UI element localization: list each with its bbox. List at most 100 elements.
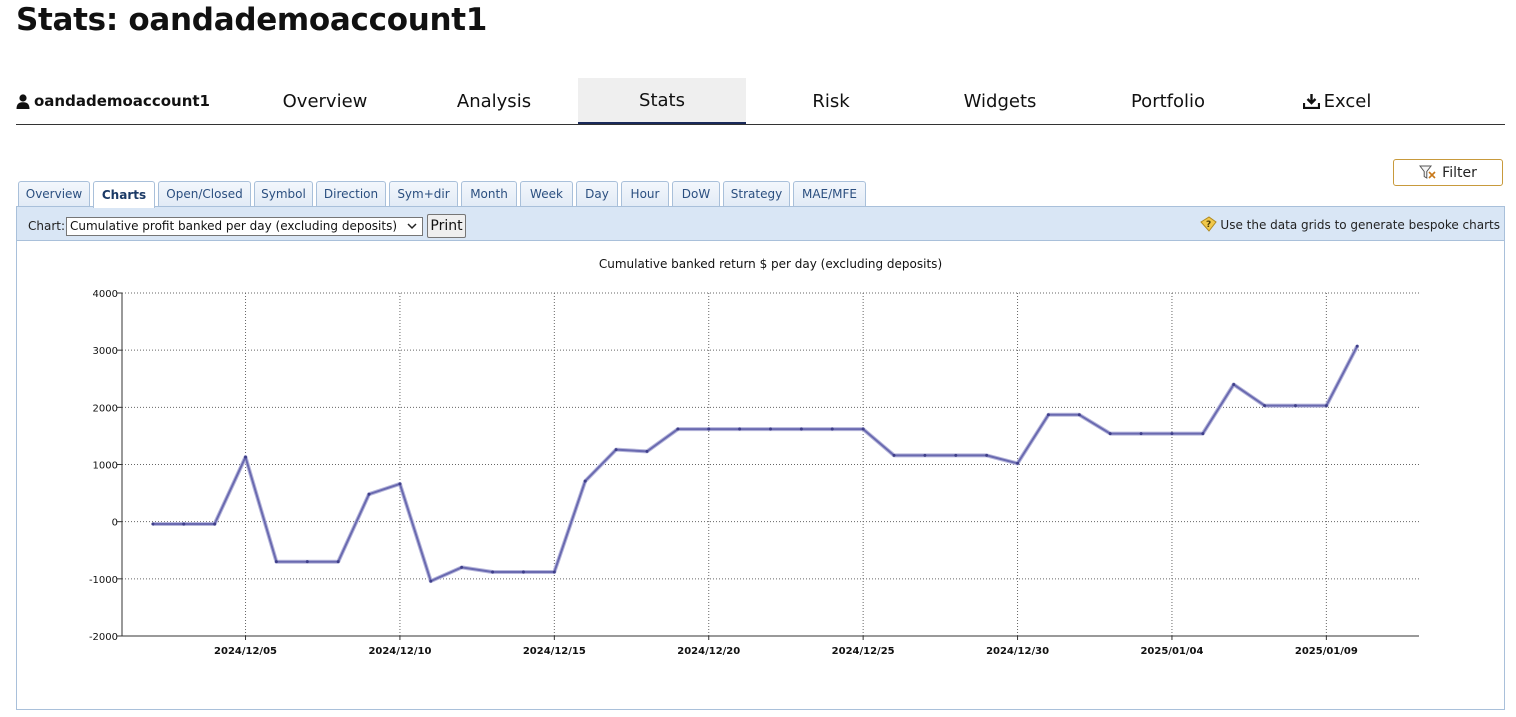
data-point: [244, 455, 248, 459]
data-point: [1108, 432, 1112, 436]
nav-tab-portfolio[interactable]: Portfolio: [1084, 78, 1252, 124]
main-nav: oandademoaccount1 Overview Analysis Stat…: [16, 78, 1505, 125]
hint-text: Use the data grids to generate bespoke c…: [1220, 217, 1500, 232]
data-point: [799, 427, 803, 431]
bespoke-charts-hint: ? Use the data grids to generate bespoke…: [1199, 216, 1500, 233]
x-tick-label: 2024/12/25: [832, 646, 895, 657]
data-point: [1077, 413, 1081, 417]
series-line: [152, 345, 1359, 583]
data-point: [1046, 413, 1050, 417]
subtab-label: MAE/MFE: [801, 187, 858, 201]
filter-label: Filter: [1442, 164, 1477, 181]
nav-tab-excel[interactable]: Excel: [1253, 78, 1421, 124]
data-point: [830, 427, 834, 431]
subtab-day[interactable]: Day: [576, 181, 618, 206]
data-point: [213, 522, 217, 526]
account-label[interactable]: oandademoaccount1: [16, 78, 210, 124]
account-name: oandademoaccount1: [34, 92, 210, 110]
subtab-symbol[interactable]: Symbol: [254, 181, 313, 206]
subtab-open-closed[interactable]: Open/Closed: [158, 181, 251, 206]
x-tick-label: 2024/12/10: [368, 646, 431, 657]
data-point: [1170, 432, 1174, 436]
subtab-label: DoW: [681, 187, 711, 201]
subtab-label: Strategy: [730, 187, 783, 201]
subtab-dow[interactable]: DoW: [672, 181, 720, 206]
subtab-label: Symbol: [261, 187, 306, 201]
nav-tab-analysis[interactable]: Analysis: [410, 78, 578, 124]
data-point: [305, 560, 309, 564]
data-point: [1016, 461, 1020, 465]
data-point: [182, 522, 186, 526]
data-point: [954, 453, 958, 457]
subtab-label: Sym+dir: [397, 187, 450, 201]
data-point: [892, 453, 896, 457]
data-point: [1201, 432, 1205, 436]
chart-label: Chart:: [28, 219, 66, 233]
nav-tab-overview[interactable]: Overview: [241, 78, 409, 124]
data-point: [491, 570, 495, 574]
nav-tab-label: Portfolio: [1130, 90, 1206, 112]
data-point: [460, 565, 464, 569]
data-point: [985, 453, 989, 457]
data-point: [614, 448, 618, 452]
data-point: [583, 479, 587, 483]
page-title: Stats: oandademoaccount1: [16, 2, 488, 38]
x-tick-label: 2024/12/15: [523, 646, 586, 657]
subtab-mae-mfe[interactable]: MAE/MFE: [793, 181, 866, 206]
data-point: [521, 570, 525, 574]
chart-toolbar: Chart: Cumulative profit banked per day …: [17, 207, 1504, 241]
data-point: [1232, 382, 1236, 386]
chart-panel: Chart: Cumulative profit banked per day …: [16, 206, 1505, 710]
x-tick-label: 2024/12/30: [986, 646, 1049, 657]
data-point: [1324, 404, 1328, 408]
data-point: [336, 560, 340, 564]
print-label: Print: [430, 218, 463, 234]
y-tick-label: -2000: [89, 632, 118, 643]
data-point: [769, 427, 772, 431]
data-point: [676, 427, 680, 431]
subtab-label: Week: [530, 187, 563, 201]
subtab-strategy[interactable]: Strategy: [723, 181, 790, 206]
nav-tab-label: Overview: [282, 90, 368, 112]
nav-tab-widgets[interactable]: Widgets: [916, 78, 1084, 124]
subtab-week[interactable]: Week: [520, 181, 573, 206]
nav-tab-risk[interactable]: Risk: [747, 78, 915, 124]
data-point: [1355, 344, 1359, 348]
data-point: [1139, 432, 1143, 436]
series-line-halo: [152, 345, 1359, 584]
subtab-label: Day: [585, 187, 609, 201]
user-icon: [16, 93, 30, 109]
y-tick-label: 2000: [93, 403, 118, 414]
data-point: [707, 427, 711, 431]
x-tick-label: 2025/01/04: [1140, 646, 1203, 657]
data-point: [738, 427, 742, 431]
nav-tab-stats[interactable]: Stats: [578, 78, 746, 124]
y-tick-label: 3000: [93, 346, 118, 357]
data-point: [645, 449, 649, 453]
print-button[interactable]: Print: [427, 214, 466, 238]
data-point: [861, 427, 865, 431]
subtab-month[interactable]: Month: [461, 181, 517, 206]
data-point: [151, 522, 155, 526]
nav-tab-label: Risk: [812, 90, 850, 112]
filter-button[interactable]: Filter: [1393, 159, 1503, 186]
subtab-direction[interactable]: Direction: [316, 181, 386, 206]
data-point: [274, 560, 278, 564]
subtab-hour[interactable]: Hour: [621, 181, 669, 206]
chart-select[interactable]: Cumulative profit banked per day (exclud…: [66, 217, 423, 236]
subtab-label: Charts: [101, 188, 147, 202]
subtab-overview[interactable]: Overview: [18, 181, 90, 206]
data-point: [367, 492, 371, 496]
x-tick-label: 2024/12/20: [677, 646, 740, 657]
y-tick-label: 4000: [93, 289, 118, 300]
nav-tab-label: Excel: [1323, 90, 1372, 112]
data-point: [1293, 404, 1297, 408]
funnel-icon: [1419, 165, 1436, 179]
y-tick-label: 1000: [93, 461, 118, 472]
data-point: [1263, 404, 1267, 408]
subtab-label: Overview: [25, 187, 83, 201]
chevron-down-icon: [407, 223, 417, 230]
subtab-charts[interactable]: Charts: [93, 181, 155, 208]
subtab-sym-dir[interactable]: Sym+dir: [389, 181, 458, 206]
data-point: [923, 453, 927, 457]
